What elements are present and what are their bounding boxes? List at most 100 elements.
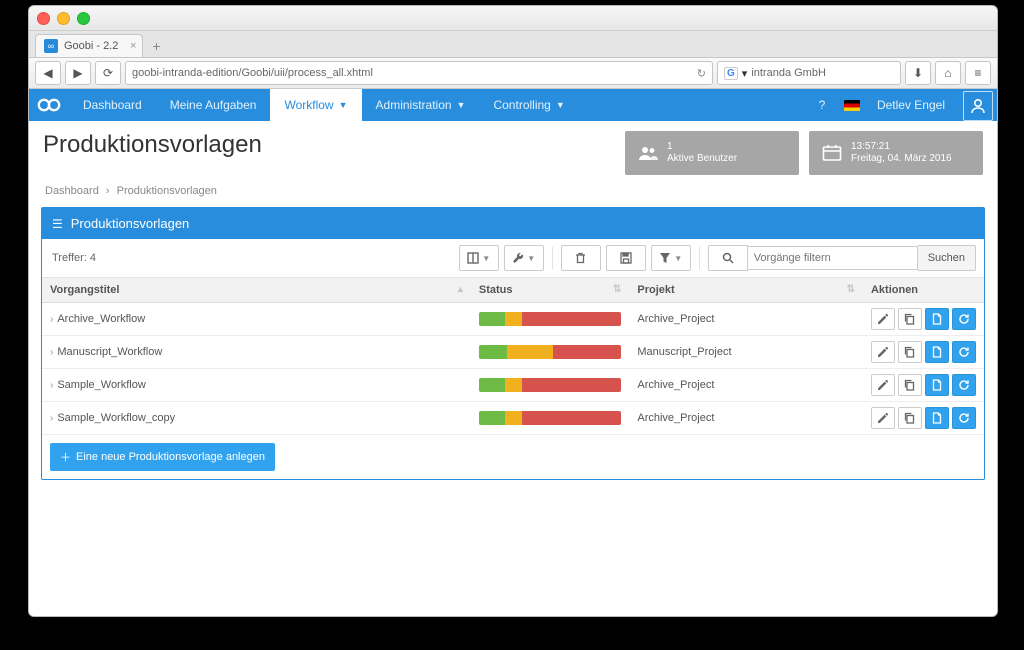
- nav-reload-button[interactable]: ⟳: [95, 61, 121, 85]
- home-button[interactable]: ⌂: [935, 61, 961, 85]
- breadcrumb-root[interactable]: Dashboard: [45, 185, 99, 197]
- rerun-button[interactable]: [952, 407, 976, 429]
- search-button[interactable]: Suchen: [918, 245, 976, 271]
- reader-icon[interactable]: ↻: [697, 67, 706, 80]
- nav-controlling[interactable]: Controlling▼: [479, 89, 578, 121]
- sort-icon: ▴: [458, 284, 463, 295]
- users-count: 1: [667, 141, 737, 153]
- window-fullscreen-icon[interactable]: [77, 12, 90, 25]
- nav-workflow[interactable]: Workflow▼: [270, 89, 361, 121]
- col-project[interactable]: Projekt⇅: [629, 278, 863, 303]
- tools-button[interactable]: ▼: [504, 245, 544, 271]
- user-avatar-icon[interactable]: [963, 91, 993, 121]
- sort-icon: ⇅: [847, 284, 855, 295]
- process-title-link[interactable]: Archive_Workflow: [57, 313, 145, 325]
- col-status[interactable]: Status⇅: [471, 278, 629, 303]
- project-cell: Archive_Project: [629, 402, 863, 435]
- table-row: ›Archive_WorkflowArchive_Project: [42, 303, 984, 336]
- status-bar: [479, 378, 621, 392]
- breadcrumb-current: Produktionsvorlagen: [117, 185, 217, 197]
- status-bar: [479, 411, 621, 425]
- panel-toolbar: Treffer: 4 ▼ ▼: [42, 239, 984, 278]
- template-button[interactable]: [925, 407, 949, 429]
- plus-icon: ＋: [60, 449, 71, 465]
- menu-button[interactable]: ≡: [965, 61, 991, 85]
- project-cell: Archive_Project: [629, 369, 863, 402]
- template-button[interactable]: [925, 308, 949, 330]
- copy-button[interactable]: [898, 374, 922, 396]
- edit-button[interactable]: [871, 407, 895, 429]
- browser-tab[interactable]: ∞ Goobi - 2.2 ×: [35, 34, 143, 57]
- sort-icon: ⇅: [613, 284, 621, 295]
- expand-icon[interactable]: ›: [50, 347, 53, 358]
- downloads-button[interactable]: ⬇: [905, 61, 931, 85]
- process-title-link[interactable]: Sample_Workflow_copy: [57, 412, 175, 424]
- new-template-button[interactable]: ＋ Eine neue Produktionsvorlage anlegen: [50, 443, 275, 471]
- process-title-link[interactable]: Manuscript_Workflow: [57, 346, 162, 358]
- window-close-icon[interactable]: [37, 12, 50, 25]
- user-menu[interactable]: Detlev Engel: [867, 89, 955, 121]
- expand-icon[interactable]: ›: [50, 314, 53, 325]
- panel-title: Produktionsvorlagen: [71, 216, 190, 231]
- col-actions: Aktionen: [863, 278, 984, 303]
- window-titlebar: [29, 6, 997, 31]
- process-title-link[interactable]: Sample_Workflow: [57, 379, 145, 391]
- status-bar: [479, 345, 621, 359]
- active-users-card: 1 Aktive Benutzer: [625, 131, 799, 175]
- search-text: intranda GmbH: [751, 67, 826, 79]
- users-label: Aktive Benutzer: [667, 153, 737, 165]
- copy-button[interactable]: [898, 407, 922, 429]
- help-button[interactable]: ?: [807, 89, 837, 121]
- app-logo-icon[interactable]: [29, 89, 69, 121]
- save-button[interactable]: [606, 245, 646, 271]
- templates-table: Vorgangstitel▴ Status⇅ Projekt⇅ Aktionen…: [42, 278, 984, 435]
- template-button[interactable]: [925, 341, 949, 363]
- rerun-button[interactable]: [952, 341, 976, 363]
- clock-date: Freitag, 04. März 2016: [851, 153, 952, 165]
- address-bar[interactable]: goobi-intranda-edition/Goobi/uii/process…: [125, 61, 713, 85]
- template-button[interactable]: [925, 374, 949, 396]
- table-row: › Sample_Workflow_copy Archive_Project: [42, 402, 984, 435]
- nav-meine-aufgaben[interactable]: Meine Aufgaben: [156, 89, 271, 121]
- copy-button[interactable]: [898, 308, 922, 330]
- tab-title: Goobi - 2.2: [64, 40, 118, 52]
- filter-button[interactable]: ▼: [651, 245, 691, 271]
- search-icon[interactable]: [708, 245, 748, 271]
- nav-administration[interactable]: Administration▼: [362, 89, 480, 121]
- calendar-icon: [819, 144, 845, 162]
- columns-button[interactable]: ▼: [459, 245, 499, 271]
- search-provider-icon: G: [724, 67, 738, 80]
- edit-button[interactable]: [871, 308, 895, 330]
- edit-button[interactable]: [871, 374, 895, 396]
- language-flag-icon[interactable]: [837, 89, 867, 121]
- rerun-button[interactable]: [952, 374, 976, 396]
- tab-close-icon[interactable]: ×: [130, 40, 136, 52]
- nav-back-button[interactable]: ◀: [35, 61, 61, 85]
- breadcrumb: Dashboard › Produktionsvorlagen: [29, 181, 997, 207]
- new-tab-button[interactable]: +: [145, 35, 167, 57]
- panel-header: ☰ Produktionsvorlagen: [42, 208, 984, 239]
- expand-icon[interactable]: ›: [50, 380, 53, 391]
- favicon-icon: ∞: [44, 39, 58, 53]
- col-title[interactable]: Vorgangstitel▴: [42, 278, 471, 303]
- expand-icon[interactable]: ›: [50, 413, 53, 424]
- users-icon: [635, 145, 661, 161]
- nav-forward-button[interactable]: ▶: [65, 61, 91, 85]
- delete-button[interactable]: [561, 245, 601, 271]
- browser-tabstrip: ∞ Goobi - 2.2 × +: [29, 31, 997, 58]
- table-row: › Sample_Workflow Archive_Project: [42, 369, 984, 402]
- edit-button[interactable]: [871, 341, 895, 363]
- page-title: Produktionsvorlagen: [43, 131, 262, 159]
- nav-dashboard[interactable]: Dashboard: [69, 89, 156, 121]
- project-cell: Manuscript_Project: [629, 336, 863, 369]
- browser-toolbar: ◀ ▶ ⟳ goobi-intranda-edition/Goobi/uii/p…: [29, 58, 997, 89]
- url-text: goobi-intranda-edition/Goobi/uii/process…: [132, 67, 373, 79]
- filter-input[interactable]: [748, 246, 918, 270]
- table-row: › Manuscript_Workflow Manuscript_Project: [42, 336, 984, 369]
- app-navbar: DashboardMeine AufgabenWorkflow▼Administ…: [29, 89, 997, 121]
- rerun-button[interactable]: [952, 308, 976, 330]
- window-minimize-icon[interactable]: [57, 12, 70, 25]
- copy-button[interactable]: [898, 341, 922, 363]
- browser-search[interactable]: G ▾ intranda GmbH: [717, 61, 901, 85]
- list-icon: ☰: [52, 217, 63, 231]
